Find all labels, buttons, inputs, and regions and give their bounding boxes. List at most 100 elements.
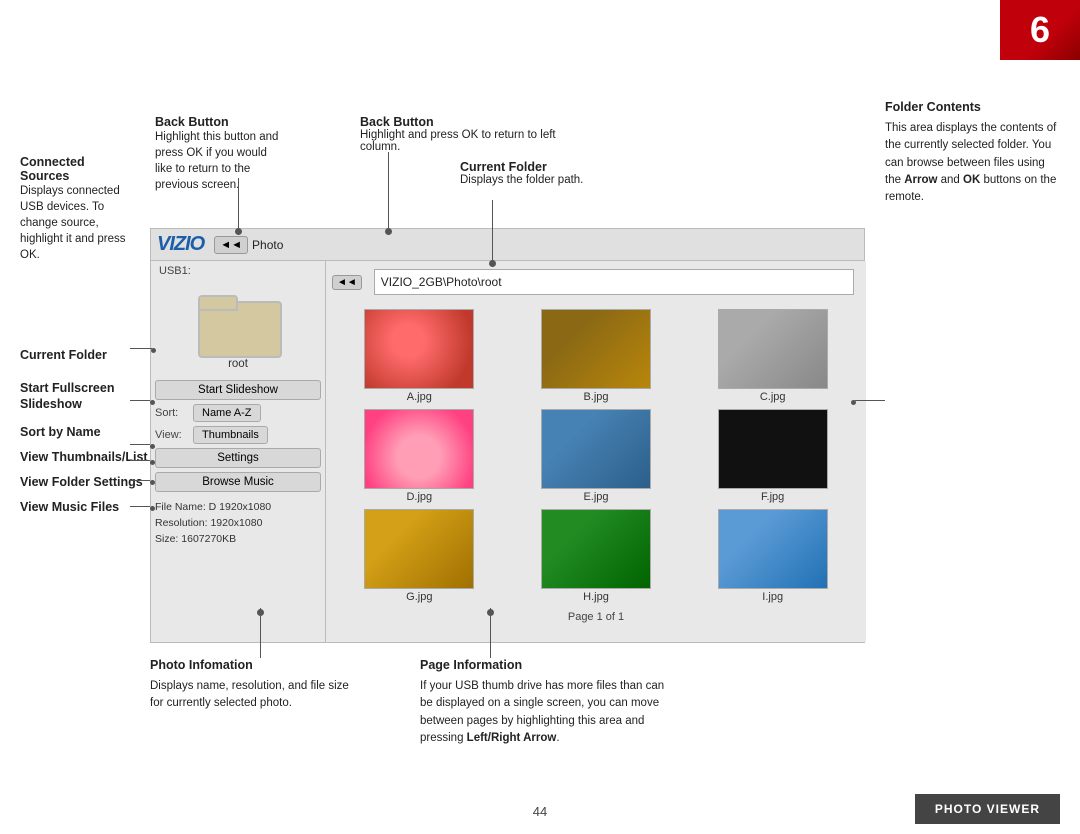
photo-label: Photo xyxy=(252,238,283,252)
annotation-desc: Highlight and press OK to return to left… xyxy=(360,129,580,153)
annotation-back-button-left: Back Button Highlight this button and pr… xyxy=(155,115,285,193)
photo-thumbnail xyxy=(541,409,651,489)
dot xyxy=(150,444,155,449)
connector-line xyxy=(855,400,885,401)
folder-label: root xyxy=(228,358,248,370)
photo-label: I.jpg xyxy=(762,591,783,603)
annotation-back-button-mid: Back Button Highlight and press OK to re… xyxy=(360,115,580,153)
dot xyxy=(385,228,392,235)
photo-cell[interactable]: A.jpg xyxy=(334,309,505,403)
photo-label: C.jpg xyxy=(760,391,786,403)
sort-row: Sort: Name A-Z xyxy=(155,404,321,422)
page-info[interactable]: Page 1 of 1 xyxy=(326,611,866,623)
photo-label: G.jpg xyxy=(406,591,432,603)
view-row: View: Thumbnails xyxy=(155,426,321,444)
photo-thumbnail xyxy=(364,309,474,389)
annotation-title: Current Folder xyxy=(460,160,630,174)
annotation-title: Folder Contents xyxy=(885,100,1060,114)
connector-line xyxy=(130,400,150,401)
left-controls: Start Slideshow Sort: Name A-Z View: Thu… xyxy=(155,380,321,547)
annotation-current-folder: Current Folder Displays the folder path. xyxy=(460,160,630,186)
photo-cell[interactable]: B.jpg xyxy=(511,309,682,403)
label-start-slideshow: Start FullscreenSlideshow xyxy=(20,380,114,413)
label-view-thumbnails: View Thumbnails/List xyxy=(20,450,148,464)
photo-cell[interactable]: F.jpg xyxy=(687,409,858,503)
connector-line xyxy=(130,460,150,461)
annotation-title: Page Information xyxy=(420,658,670,672)
annotation-desc: Highlight this button and press OK if yo… xyxy=(155,129,285,193)
photo-label: H.jpg xyxy=(583,591,609,603)
annotation-title: Connected Sources xyxy=(20,155,130,183)
path-value: VIZIO_2GB\Photo\root xyxy=(381,275,502,289)
connector-line xyxy=(130,444,150,445)
back-button-mid[interactable]: ◄◄ xyxy=(332,275,362,290)
view-label: View: xyxy=(155,429,193,441)
settings-button[interactable]: Settings xyxy=(155,448,321,468)
dot xyxy=(150,506,155,511)
back-button-left[interactable]: ◄◄ xyxy=(214,236,248,254)
vline xyxy=(492,200,493,262)
folder-area: root xyxy=(155,289,321,370)
photo-thumbnail xyxy=(541,509,651,589)
annotation-desc: Displays the folder path. xyxy=(460,174,630,186)
photo-cell[interactable]: I.jpg xyxy=(687,509,858,603)
start-slideshow-button[interactable]: Start Slideshow xyxy=(155,380,321,400)
photo-thumbnail xyxy=(541,309,651,389)
annotation-page-information: Page Information If your USB thumb drive… xyxy=(420,658,670,747)
resolution: Resolution: 1920x1080 xyxy=(155,516,321,532)
sort-button[interactable]: Name A-Z xyxy=(193,404,261,422)
vizio-logo: VIZIO xyxy=(157,233,204,256)
browse-music-button[interactable]: Browse Music xyxy=(155,472,321,492)
photo-label: A.jpg xyxy=(407,391,432,403)
annotation-desc: Displays connected USB devices. To chang… xyxy=(20,183,130,263)
path-bar: VIZIO_2GB\Photo\root xyxy=(374,269,854,295)
file-name: File Name: D 1920x1080 xyxy=(155,500,321,516)
annotation-title: Photo Infomation xyxy=(150,658,350,672)
annotation-desc: Displays name, resolution, and file size… xyxy=(150,678,350,713)
photo-label: F.jpg xyxy=(761,491,784,503)
photo-label: D.jpg xyxy=(406,491,432,503)
dot xyxy=(851,400,856,405)
view-button[interactable]: Thumbnails xyxy=(193,426,268,444)
file-info: File Name: D 1920x1080 Resolution: 1920x… xyxy=(155,500,321,547)
annotation-desc: If your USB thumb drive has more files t… xyxy=(420,678,670,747)
middle-column: ◄◄ VIZIO_2GB\Photo\root A.jpg B.jpg C.jpg D… xyxy=(326,261,866,642)
photo-label: B.jpg xyxy=(583,391,608,403)
photo-cell[interactable]: E.jpg xyxy=(511,409,682,503)
connector-line xyxy=(130,480,150,481)
photo-cell[interactable]: G.jpg xyxy=(334,509,505,603)
vline xyxy=(238,178,239,230)
file-size: Size: 1607270KB xyxy=(155,532,321,548)
photo-cell[interactable]: H.jpg xyxy=(511,509,682,603)
photo-viewer-panel: VIZIO ◄◄ Photo USB1: root Start Slidesho… xyxy=(150,228,865,643)
page-number-badge: 6 xyxy=(1000,0,1080,60)
photo-cell[interactable]: C.jpg xyxy=(687,309,858,403)
dot xyxy=(150,460,155,465)
panel-header: VIZIO ◄◄ Photo xyxy=(151,229,864,261)
connector-line xyxy=(130,506,150,507)
left-column: USB1: root Start Slideshow Sort: Name A-… xyxy=(151,261,326,642)
dot xyxy=(235,228,242,235)
annotation-photo-information: Photo Infomation Displays name, resoluti… xyxy=(150,658,350,713)
sort-label: Sort: xyxy=(155,407,193,419)
label-sort-by-name: Sort by Name xyxy=(20,425,101,439)
label-view-folder: View Folder Settings xyxy=(20,475,143,489)
photo-cell[interactable]: D.jpg xyxy=(334,409,505,503)
photo-thumbnail xyxy=(718,309,828,389)
folder-icon xyxy=(198,289,278,354)
page-number-bottom: 44 xyxy=(533,804,547,819)
label-view-music: View Music Files xyxy=(20,500,119,514)
dot xyxy=(151,348,156,353)
photo-thumbnail xyxy=(718,409,828,489)
annotation-connected-sources: Connected Sources Displays connected USB… xyxy=(20,155,130,263)
label-current-folder: Current Folder xyxy=(20,348,107,362)
dot xyxy=(257,609,264,616)
dot xyxy=(150,480,155,485)
annotation-title: Start FullscreenSlideshow xyxy=(20,380,114,413)
dot xyxy=(150,400,155,405)
photo-thumbnail xyxy=(718,509,828,589)
chapter-number: 6 xyxy=(1030,9,1050,51)
annotation-title: Back Button xyxy=(360,115,580,129)
annotation-folder-contents: Folder Contents This area displays the c… xyxy=(885,100,1060,206)
photo-thumbnail xyxy=(364,509,474,589)
